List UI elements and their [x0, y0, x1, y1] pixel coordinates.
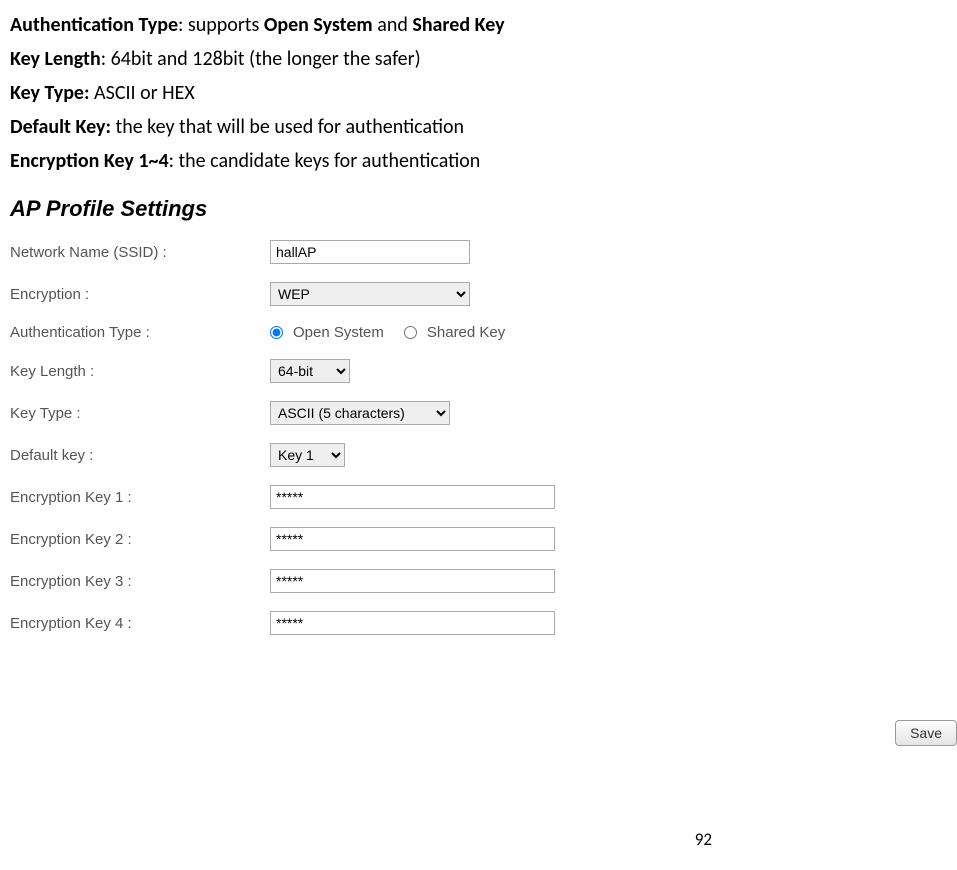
row-enc-key-4: Encryption Key 4 :	[10, 611, 947, 635]
enc-key-3-input[interactable]	[270, 569, 555, 593]
text-open-system: Open System	[264, 13, 373, 37]
label-key-type: Key Type:	[10, 81, 90, 105]
radio-shared-key[interactable]	[404, 326, 417, 339]
label-auth-type: Authentication Type	[10, 13, 178, 37]
default-key-select[interactable]: Key 1	[270, 443, 345, 467]
label-key-length-field: Key Length :	[10, 363, 270, 380]
radio-label-shared-key: Shared Key	[427, 324, 505, 341]
row-auth-type: Authentication Type : Open System Shared…	[10, 324, 947, 341]
row-enc-key-3: Encryption Key 3 :	[10, 569, 947, 593]
row-key-length: Key Length : 64-bit	[10, 359, 947, 383]
label-enc-key-4: Encryption Key 4 :	[10, 615, 270, 632]
enc-key-1-input[interactable]	[270, 485, 555, 509]
row-enc-key-1: Encryption Key 1 :	[10, 485, 947, 509]
doc-line-key-length: Key Length: 64bit and 128bit (the longer…	[10, 44, 947, 74]
radio-open-system[interactable]	[270, 326, 283, 339]
text-and: and	[373, 13, 413, 37]
key-length-select[interactable]: 64-bit	[270, 359, 350, 383]
label-encryption: Encryption :	[10, 286, 270, 303]
ap-profile-panel: AP Profile Settings Network Name (SSID) …	[10, 196, 947, 635]
doc-line-default-key: Default Key: the key that will be used f…	[10, 112, 947, 142]
label-ssid: Network Name (SSID) :	[10, 244, 270, 261]
enc-key-4-input[interactable]	[270, 611, 555, 635]
text-default-key-desc: the key that will be used for authentica…	[111, 115, 464, 139]
label-enc-key-3: Encryption Key 3 :	[10, 573, 270, 590]
text-sep: : supports	[178, 13, 264, 37]
row-ssid: Network Name (SSID) :	[10, 240, 947, 264]
key-type-select[interactable]: ASCII (5 characters)	[270, 401, 450, 425]
save-button[interactable]: Save	[895, 720, 957, 746]
row-enc-key-2: Encryption Key 2 :	[10, 527, 947, 551]
text-enc-keys-desc: : the candidate keys for authentication	[169, 149, 481, 173]
label-enc-keys: Encryption Key 1~4	[10, 149, 169, 173]
label-key-length: Key Length	[10, 47, 101, 71]
auth-type-radio-group: Open System Shared Key	[270, 324, 519, 341]
enc-key-2-input[interactable]	[270, 527, 555, 551]
encryption-select[interactable]: WEP	[270, 282, 470, 306]
label-auth-type-field: Authentication Type :	[10, 324, 270, 341]
label-default-key-field: Default key :	[10, 447, 270, 464]
doc-line-auth-type: Authentication Type: supports Open Syste…	[10, 10, 947, 40]
panel-title: AP Profile Settings	[10, 196, 947, 222]
row-encryption: Encryption : WEP	[10, 282, 947, 306]
text-key-length-desc: : 64bit and 128bit (the longer the safer…	[101, 47, 421, 71]
row-default-key: Default key : Key 1	[10, 443, 947, 467]
text-shared-key: Shared Key	[412, 13, 504, 37]
page-number: 92	[695, 829, 712, 850]
row-key-type: Key Type : ASCII (5 characters)	[10, 401, 947, 425]
doc-line-key-type: Key Type: ASCII or HEX	[10, 78, 947, 108]
ssid-input[interactable]	[270, 240, 470, 264]
label-enc-key-1: Encryption Key 1 :	[10, 489, 270, 506]
text-key-type-desc: ASCII or HEX	[90, 81, 195, 105]
radio-label-open-system: Open System	[293, 324, 384, 341]
label-enc-key-2: Encryption Key 2 :	[10, 531, 270, 548]
label-default-key: Default Key:	[10, 115, 111, 139]
doc-line-enc-keys: Encryption Key 1~4: the candidate keys f…	[10, 146, 947, 176]
label-key-type-field: Key Type :	[10, 405, 270, 422]
